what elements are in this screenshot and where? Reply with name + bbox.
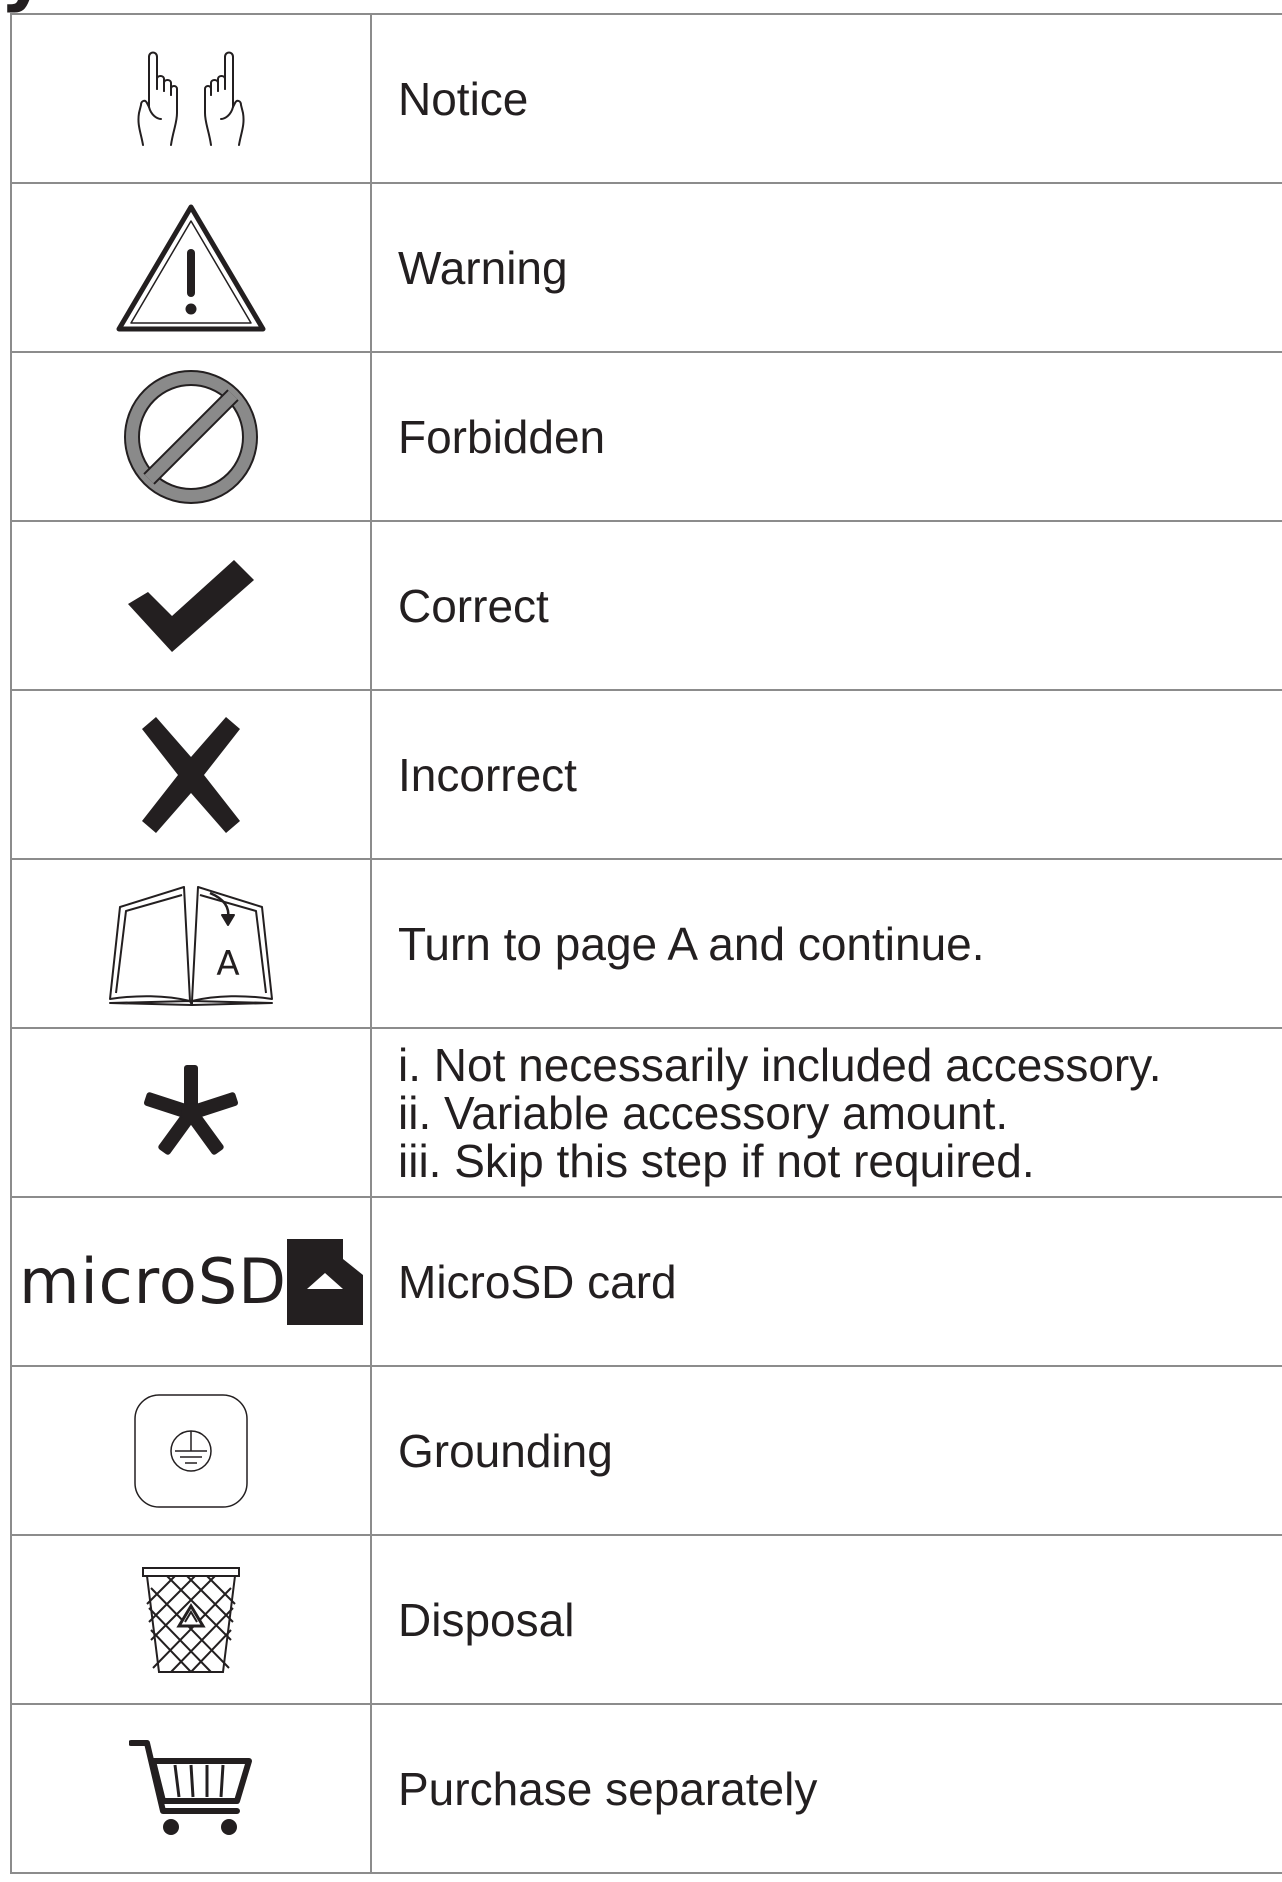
icon-cell: A: [10, 858, 372, 1029]
description-cell: Grounding: [370, 1365, 1282, 1536]
description-text: iii. Skip this step if not required.: [398, 1134, 1035, 1187]
icon-cell: [10, 182, 372, 353]
icon-cell: [10, 13, 372, 184]
description-text: Correct: [398, 579, 549, 632]
icon-cell: [10, 1365, 372, 1536]
icon-cell: microSD: [10, 1196, 372, 1367]
table-row: Grounding: [10, 1365, 1282, 1536]
description-text: Incorrect: [398, 748, 577, 801]
shopping-cart-icon: [129, 1739, 252, 1835]
open-book-icon: A: [109, 885, 273, 1006]
description-text: ii. Variable accessory amount.: [398, 1086, 1009, 1139]
description-text: Notice: [398, 72, 529, 125]
description-cell: MicroSD card: [370, 1196, 1282, 1367]
description-text: Disposal: [398, 1593, 575, 1646]
description-text: Warning: [398, 241, 568, 294]
forbidden-circle-icon: [124, 369, 258, 504]
table-row: Disposal: [10, 1534, 1282, 1705]
table-row: i. Not necessarily included accessory. i…: [10, 1027, 1282, 1198]
microsd-logo-icon: microSD: [19, 1238, 363, 1325]
description-cell: Warning: [370, 182, 1282, 353]
description-cell: Correct: [370, 520, 1282, 691]
description-cell: Incorrect: [370, 689, 1282, 860]
icon-cell: [10, 351, 372, 522]
table-row: Purchase separately: [10, 1703, 1282, 1874]
description-text: MicroSD card: [398, 1255, 677, 1308]
description-cell: Forbidden: [370, 351, 1282, 522]
description-cell: i. Not necessarily included accessory. i…: [370, 1027, 1282, 1198]
description-text: Turn to page A and continue.: [398, 917, 985, 970]
microsd-logo-text: microSD: [19, 1245, 287, 1318]
warning-triangle-icon: [116, 204, 266, 331]
icon-cell: [10, 689, 372, 860]
table-row: microSD MicroSD card: [10, 1196, 1282, 1367]
table-row: A Turn to page A and continue.: [10, 858, 1282, 1029]
description-cell: Purchase separately: [370, 1703, 1282, 1874]
icon-cell: [10, 520, 372, 691]
grounding-icon: [134, 1393, 248, 1508]
checkmark-icon: [128, 559, 254, 652]
asterisk-icon: [143, 1064, 239, 1155]
book-page-label: A: [216, 944, 239, 984]
table-row: Forbidden: [10, 351, 1282, 522]
table-row: Warning: [10, 182, 1282, 353]
description-text: Forbidden: [398, 410, 606, 463]
description-text: Grounding: [398, 1424, 613, 1477]
recycle-bin-icon: [142, 1566, 240, 1673]
icon-cell: [10, 1703, 372, 1874]
section-heading-fragment: y: [0, 0, 47, 8]
description-cell: Notice: [370, 13, 1282, 184]
description-cell: Turn to page A and continue.: [370, 858, 1282, 1029]
notice-hands-icon: [137, 51, 245, 146]
description-cell: Disposal: [370, 1534, 1282, 1705]
microsd-card-shape: [286, 1238, 363, 1325]
icon-cell: [10, 1534, 372, 1705]
table-row: Correct: [10, 520, 1282, 691]
description-text: Purchase separately: [398, 1762, 818, 1815]
icon-cell: [10, 1027, 372, 1198]
symbol-legend-table: Notice Warning Forbidden Correct Incorre…: [10, 13, 1282, 1874]
description-text: i. Not necessarily included accessory.: [398, 1038, 1162, 1091]
table-row: Incorrect: [10, 689, 1282, 860]
cross-icon: [142, 716, 240, 833]
table-row: Notice: [10, 13, 1282, 184]
